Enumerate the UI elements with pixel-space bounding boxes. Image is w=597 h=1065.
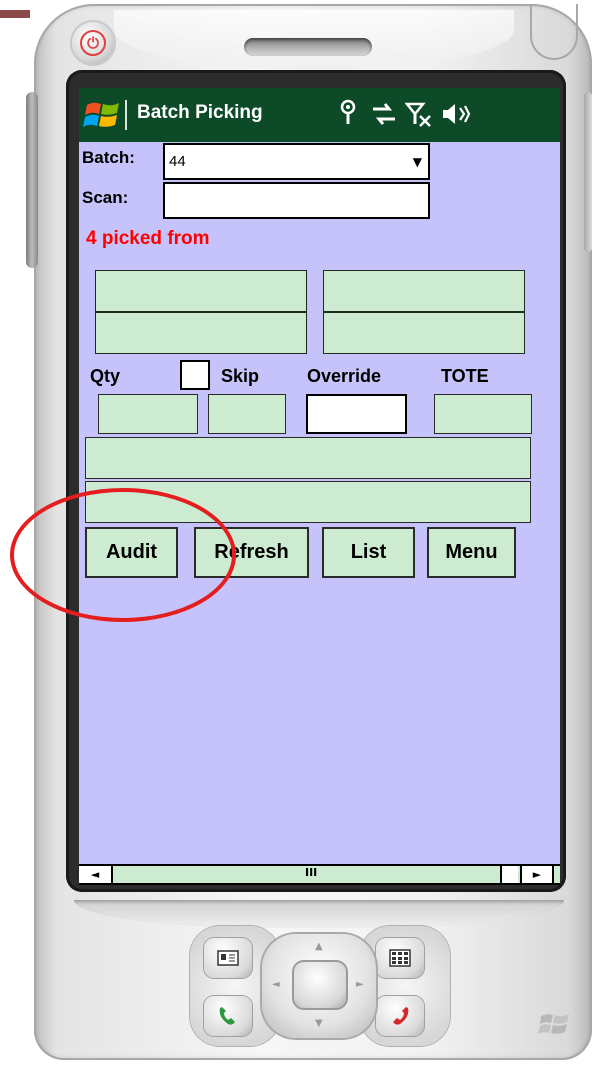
scroll-left-button[interactable]: ◄	[79, 866, 113, 883]
antenna-icon[interactable]	[337, 98, 359, 130]
left-softkey-button[interactable]	[204, 938, 252, 978]
batch-dropdown[interactable]: 44 ▼	[163, 143, 430, 180]
horizontal-scrollbar[interactable]: ◄ III ►	[79, 864, 560, 885]
call-button[interactable]	[204, 996, 252, 1036]
skip-checkbox[interactable]	[180, 360, 210, 390]
windows-logo-icon	[538, 1014, 569, 1034]
list-button[interactable]: List	[322, 527, 415, 578]
location-field-top-left	[95, 270, 307, 312]
title-divider	[125, 100, 127, 130]
side-button-right[interactable]	[584, 92, 592, 252]
batch-dropdown-value: 44	[169, 153, 186, 170]
item-field-top-right	[323, 270, 525, 312]
keypad-grid-icon	[389, 949, 411, 967]
contact-card-icon	[217, 950, 239, 966]
qty-label: Qty	[90, 366, 121, 386]
speaker-icon[interactable]	[441, 98, 471, 130]
scroll-right-button[interactable]: ►	[520, 866, 554, 883]
red-phone-icon	[393, 1007, 409, 1025]
location-field-bottom-left	[95, 312, 307, 354]
scan-input[interactable]	[163, 182, 430, 219]
skip-qty-field[interactable]	[208, 394, 286, 434]
stylus-slot	[530, 4, 578, 60]
dpad-up-icon: ▲	[315, 941, 323, 952]
title-bar: Batch Picking	[79, 88, 560, 142]
tote-label: TOTE	[441, 366, 489, 386]
menu-button[interactable]: Menu	[427, 527, 516, 578]
skip-label: Skip	[221, 366, 260, 386]
no-signal-icon[interactable]	[405, 98, 433, 130]
tote-field[interactable]	[434, 394, 532, 434]
side-volume-button[interactable]	[26, 92, 38, 268]
chevron-down-icon: ▼	[412, 155, 422, 169]
dpad-left-icon: ◄	[272, 979, 280, 990]
green-phone-icon	[219, 1007, 235, 1025]
description-field-1	[85, 437, 531, 479]
scan-label: Scan:	[82, 188, 129, 207]
scroll-grip-icon: III	[305, 866, 318, 879]
power-button[interactable]: ⏻	[72, 22, 114, 64]
batch-label: Batch:	[82, 148, 135, 167]
sync-arrows-icon[interactable]	[371, 98, 397, 130]
earpiece-speaker	[244, 38, 372, 56]
navigation-center-button[interactable]	[294, 962, 346, 1008]
scroll-thumb[interactable]	[500, 866, 518, 883]
windows-start-icon[interactable]	[83, 97, 123, 133]
qty-field[interactable]	[98, 394, 198, 434]
dpad-down-icon: ▼	[315, 1018, 323, 1029]
scroll-left-arrow-icon: ◄	[90, 868, 100, 881]
override-input[interactable]	[306, 394, 407, 434]
page-corner-bar	[0, 10, 30, 18]
device-screen: Batch Picking Batch: 44 ▼ Scan: 4 picked…	[79, 88, 560, 885]
scroll-right-arrow-icon: ►	[532, 868, 542, 881]
override-label: Override	[307, 366, 382, 386]
status-message: 4 picked from	[86, 228, 210, 249]
end-call-button[interactable]	[376, 996, 424, 1036]
item-field-bottom-right	[323, 312, 525, 354]
right-softkey-button[interactable]	[376, 938, 424, 978]
app-title: Batch Picking	[137, 102, 263, 123]
power-icon: ⏻	[80, 30, 106, 56]
audit-highlight-ellipse	[10, 488, 236, 622]
dpad-right-icon: ►	[356, 979, 364, 990]
